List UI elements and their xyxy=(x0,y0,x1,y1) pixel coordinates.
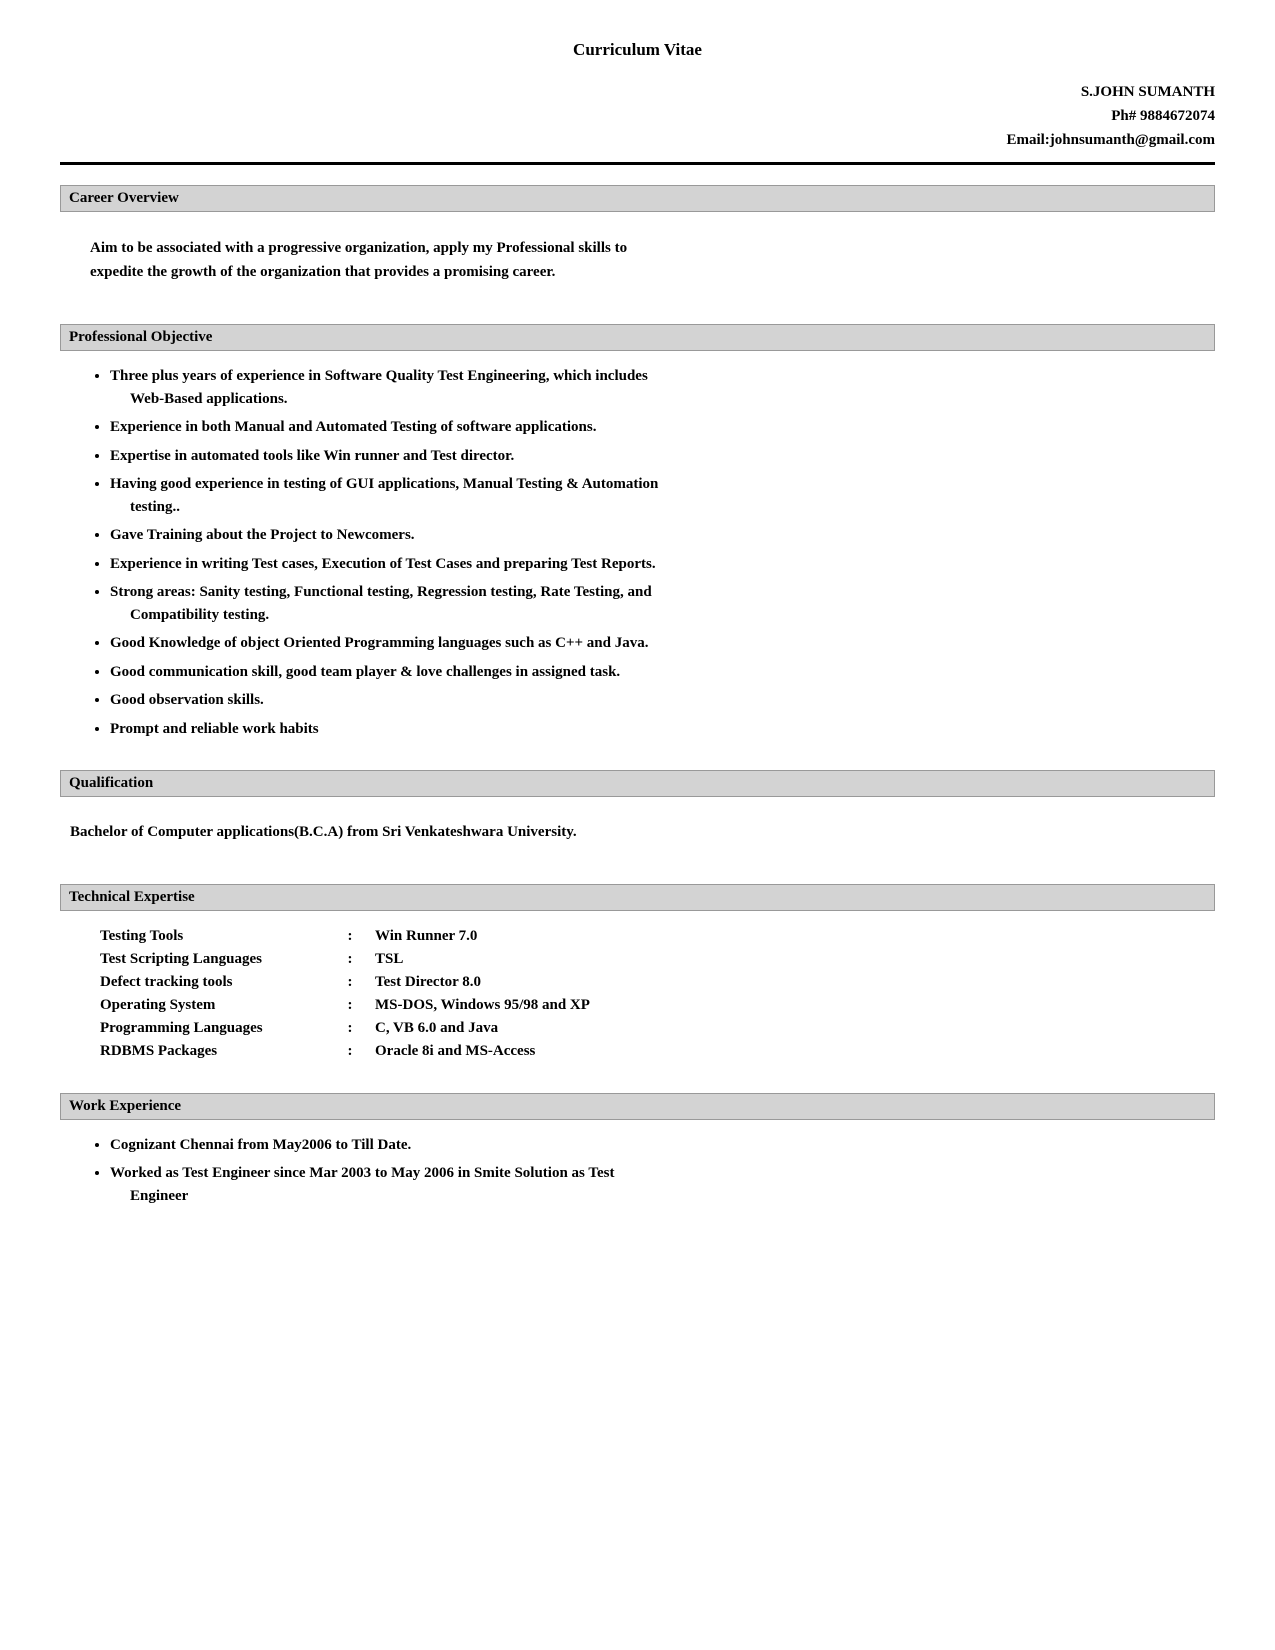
tech-label: Defect tracking tools xyxy=(100,971,340,994)
professional-objective-section: Professional Objective Three plus years … xyxy=(60,324,1215,740)
tech-colon: : xyxy=(340,1040,370,1063)
header-name: S.JOHN SUMANTH xyxy=(60,80,1215,104)
list-item: Three plus years of experience in Softwa… xyxy=(110,365,1205,410)
work-experience-section: Work Experience Cognizant Chennai from M… xyxy=(60,1093,1215,1208)
tech-label: Testing Tools xyxy=(100,925,340,948)
list-item: Good communication skill, good team play… xyxy=(110,661,1205,684)
career-overview-body: Aim to be associated with a progressive … xyxy=(60,226,1215,294)
header-divider xyxy=(60,162,1215,165)
list-item: Gave Training about the Project to Newco… xyxy=(110,524,1205,547)
career-overview-section: Career Overview Aim to be associated wit… xyxy=(60,185,1215,294)
tech-table: Testing Tools : Win Runner 7.0 Test Scri… xyxy=(100,925,600,1063)
tech-colon: : xyxy=(340,948,370,971)
tech-value: Win Runner 7.0 xyxy=(370,925,600,948)
table-row: Testing Tools : Win Runner 7.0 xyxy=(100,925,600,948)
tech-value: Oracle 8i and MS-Access xyxy=(370,1040,600,1063)
page-title: Curriculum Vitae xyxy=(60,40,1215,60)
tech-value: TSL xyxy=(370,948,600,971)
career-overview-text2: expedite the growth of the organization … xyxy=(90,264,555,280)
work-exp-list: Cognizant Chennai from May2006 to Till D… xyxy=(70,1134,1205,1208)
technical-expertise-body: Testing Tools : Win Runner 7.0 Test Scri… xyxy=(60,925,1215,1063)
list-item: Expertise in automated tools like Win ru… xyxy=(110,445,1205,468)
list-item: Strong areas: Sanity testing, Functional… xyxy=(110,581,1205,626)
professional-objective-list: Three plus years of experience in Softwa… xyxy=(70,365,1205,740)
tech-colon: : xyxy=(340,994,370,1017)
technical-expertise-section: Technical Expertise Testing Tools : Win … xyxy=(60,884,1215,1063)
career-overview-header: Career Overview xyxy=(60,185,1215,212)
qualification-header: Qualification xyxy=(60,770,1215,797)
list-item: Experience in both Manual and Automated … xyxy=(110,416,1205,439)
tech-value: MS-DOS, Windows 95/98 and XP xyxy=(370,994,600,1017)
professional-objective-header: Professional Objective xyxy=(60,324,1215,351)
tech-label: RDBMS Packages xyxy=(100,1040,340,1063)
header-phone: Ph# 9884672074 xyxy=(60,104,1215,128)
table-row: Defect tracking tools : Test Director 8.… xyxy=(100,971,600,994)
table-row: Operating System : MS-DOS, Windows 95/98… xyxy=(100,994,600,1017)
list-item: Prompt and reliable work habits xyxy=(110,718,1205,741)
professional-objective-body: Three plus years of experience in Softwa… xyxy=(60,365,1215,740)
tech-value: Test Director 8.0 xyxy=(370,971,600,994)
qualification-section: Qualification Bachelor of Computer appli… xyxy=(60,770,1215,854)
list-item: Good observation skills. xyxy=(110,689,1205,712)
list-item: Experience in writing Test cases, Execut… xyxy=(110,553,1205,576)
list-item: Having good experience in testing of GUI… xyxy=(110,473,1205,518)
header-email: Email:johnsumanth@gmail.com xyxy=(60,128,1215,152)
work-experience-header: Work Experience xyxy=(60,1093,1215,1120)
resume-page: Curriculum Vitae S.JOHN SUMANTH Ph# 9884… xyxy=(60,40,1215,1207)
tech-colon: : xyxy=(340,1017,370,1040)
tech-colon: : xyxy=(340,971,370,994)
career-overview-text1: Aim to be associated with a progressive … xyxy=(90,240,627,256)
table-row: Test Scripting Languages : TSL xyxy=(100,948,600,971)
list-item: Worked as Test Engineer since Mar 2003 t… xyxy=(110,1162,1205,1207)
list-item: Good Knowledge of object Oriented Progra… xyxy=(110,632,1205,655)
tech-value: C, VB 6.0 and Java xyxy=(370,1017,600,1040)
table-row: Programming Languages : C, VB 6.0 and Ja… xyxy=(100,1017,600,1040)
list-item: Cognizant Chennai from May2006 to Till D… xyxy=(110,1134,1205,1157)
header-block: S.JOHN SUMANTH Ph# 9884672074 Email:john… xyxy=(60,80,1215,152)
technical-expertise-header: Technical Expertise xyxy=(60,884,1215,911)
tech-label: Operating System xyxy=(100,994,340,1017)
tech-label: Test Scripting Languages xyxy=(100,948,340,971)
tech-label: Programming Languages xyxy=(100,1017,340,1040)
table-row: RDBMS Packages : Oracle 8i and MS-Access xyxy=(100,1040,600,1063)
work-experience-body: Cognizant Chennai from May2006 to Till D… xyxy=(60,1134,1215,1208)
tech-colon: : xyxy=(340,925,370,948)
qualification-body: Bachelor of Computer applications(B.C.A)… xyxy=(60,811,1215,854)
